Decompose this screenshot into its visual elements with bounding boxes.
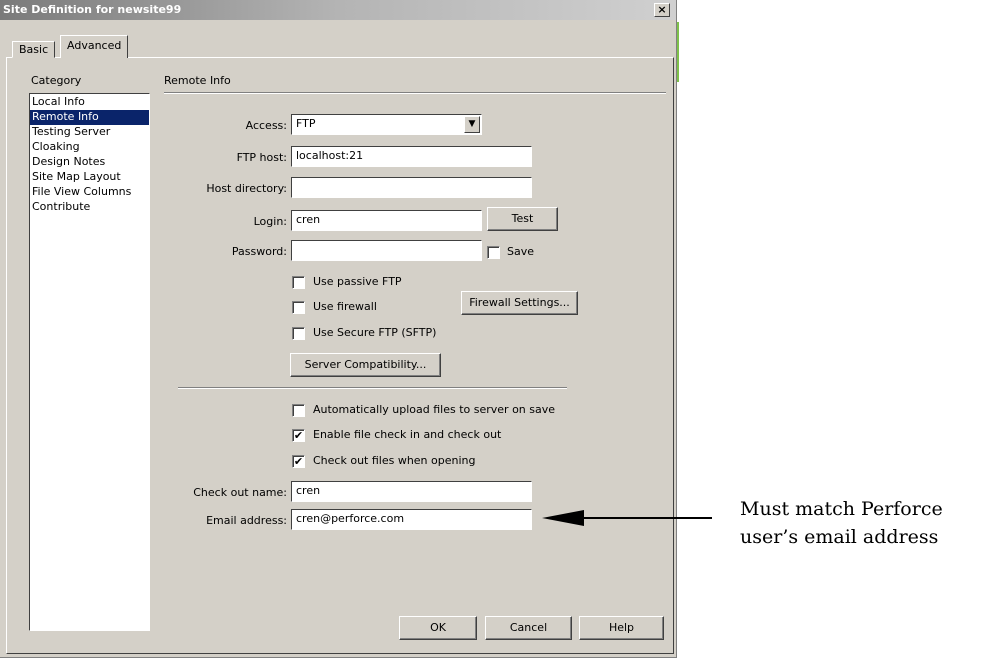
- test-button[interactable]: Test: [487, 207, 558, 231]
- close-icon: ×: [657, 3, 667, 16]
- access-value: FTP: [296, 117, 316, 130]
- login-input[interactable]: cren: [291, 210, 482, 231]
- category-item[interactable]: Design Notes: [30, 155, 149, 170]
- cancel-button[interactable]: Cancel: [485, 616, 572, 640]
- section-title: Remote Info: [164, 74, 231, 87]
- annotation-line-2: user’s email address: [740, 526, 939, 548]
- sftp-checkbox[interactable]: [292, 327, 305, 340]
- host-directory-label: Host directory:: [206, 182, 287, 195]
- checkin-label: Enable file check in and check out: [313, 428, 502, 441]
- auto-upload-label: Automatically upload files to server on …: [313, 403, 556, 416]
- tab-basic[interactable]: Basic: [12, 41, 56, 58]
- ok-button[interactable]: OK: [399, 616, 477, 640]
- category-item[interactable]: Site Map Layout: [30, 170, 149, 185]
- category-item-selected[interactable]: Remote Info: [30, 110, 149, 125]
- title-bar[interactable]: Site Definition for newsite99 ×: [0, 0, 676, 20]
- firewall-settings-button[interactable]: Firewall Settings...: [461, 291, 578, 315]
- checkout-open-label: Check out files when opening: [313, 454, 476, 467]
- checkout-name-label: Check out name:: [193, 486, 287, 499]
- background-accent: [677, 22, 679, 82]
- access-label: Access:: [245, 119, 287, 132]
- options-divider: [178, 387, 567, 389]
- ftp-host-input[interactable]: localhost:21: [291, 146, 532, 167]
- site-definition-dialog: Site Definition for newsite99 × Basic Ad…: [0, 0, 677, 658]
- email-input[interactable]: cren@perforce.com: [291, 509, 532, 530]
- save-checkbox[interactable]: [487, 246, 500, 259]
- annotation-line-1: Must match Perforce: [740, 498, 943, 520]
- passive-ftp-label: Use passive FTP: [313, 275, 402, 288]
- host-directory-input[interactable]: [291, 177, 532, 198]
- category-item[interactable]: Testing Server: [30, 125, 149, 140]
- checkin-checkbox[interactable]: ✔: [292, 429, 305, 442]
- tab-advanced[interactable]: Advanced: [60, 35, 129, 58]
- annotation-arrow-head: [542, 510, 584, 526]
- category-item[interactable]: Contribute: [30, 200, 149, 215]
- password-input[interactable]: [291, 240, 482, 261]
- chevron-down-icon[interactable]: ▼: [464, 116, 480, 133]
- sftp-label: Use Secure FTP (SFTP): [313, 326, 437, 339]
- ftp-host-label: FTP host:: [236, 151, 287, 164]
- firewall-checkbox[interactable]: [292, 301, 305, 314]
- server-compatibility-button[interactable]: Server Compatibility...: [290, 353, 441, 377]
- category-item[interactable]: Local Info: [30, 95, 149, 110]
- category-header: Category: [31, 74, 82, 87]
- password-label: Password:: [231, 245, 287, 258]
- section-divider: [164, 92, 666, 94]
- category-item[interactable]: Cloaking: [30, 140, 149, 155]
- firewall-label: Use firewall: [313, 300, 377, 313]
- login-label: Login:: [253, 215, 287, 228]
- close-button[interactable]: ×: [654, 3, 670, 17]
- category-list[interactable]: Local Info Remote Info Testing Server Cl…: [29, 93, 150, 631]
- passive-ftp-checkbox[interactable]: [292, 276, 305, 289]
- category-item[interactable]: File View Columns: [30, 185, 149, 200]
- window-title: Site Definition for newsite99: [3, 3, 182, 16]
- access-select[interactable]: FTP ▼: [291, 114, 482, 135]
- checkout-open-checkbox[interactable]: ✔: [292, 455, 305, 468]
- email-label: Email address:: [206, 514, 287, 527]
- help-button[interactable]: Help: [579, 616, 664, 640]
- auto-upload-checkbox[interactable]: [292, 404, 305, 417]
- save-label: Save: [507, 245, 535, 258]
- annotation-arrow: [542, 510, 712, 526]
- checkout-name-input[interactable]: cren: [291, 481, 532, 502]
